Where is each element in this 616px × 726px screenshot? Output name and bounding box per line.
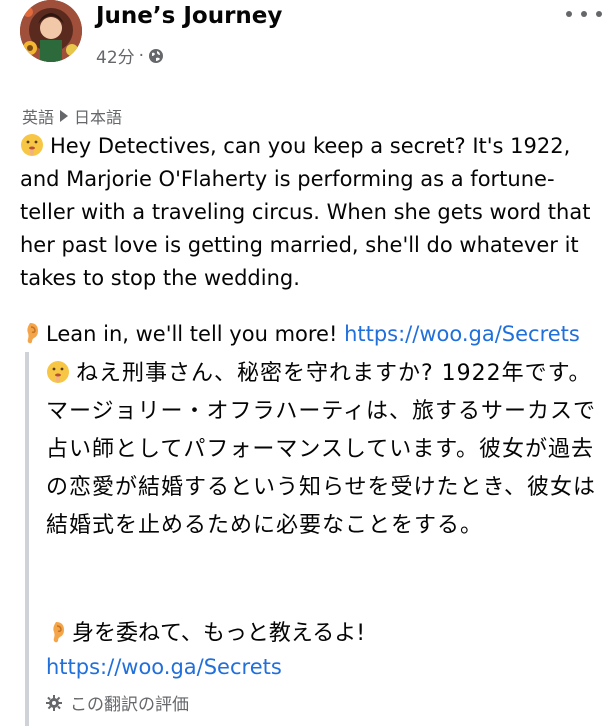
secrets-link-jp[interactable]: https://woo.ga/Secrets — [46, 652, 282, 682]
translation-info: 英語 日本語 — [22, 104, 122, 128]
shushing-face-emoji — [47, 361, 69, 383]
ear-emoji — [27, 323, 38, 344]
meta-separator: · — [138, 45, 145, 66]
secrets-link[interactable]: https://woo.ga/Secrets — [344, 322, 580, 346]
translation-quote-bar — [25, 352, 29, 726]
lean-in-text-jp: 身を委ねて、もっと教えるよ! — [72, 621, 366, 646]
more-options-icon[interactable] — [566, 4, 602, 24]
post-author[interactable]: June’s Journey — [96, 3, 282, 29]
lean-in-text: Lean in, we'll tell you more! — [46, 322, 345, 346]
rate-translation[interactable]: この翻訳の評価 — [46, 690, 189, 715]
post-body-jp: ねえ刑事さん、秘密を守れますか? 1922年です。マージョリー・オフラハーティは… — [46, 361, 597, 538]
avatar-image — [20, 0, 82, 62]
avatar[interactable] — [20, 0, 82, 62]
arrow-right-icon — [60, 110, 69, 122]
target-language: 日本語 — [74, 108, 123, 127]
post-meta: 42分 · — [96, 43, 164, 68]
ear-emoji — [53, 622, 64, 643]
rate-translation-label: この翻訳の評価 — [70, 695, 189, 715]
post-text-original: Hey Detectives, can you keep a secret? I… — [20, 130, 600, 295]
post-body-en: Hey Detectives, can you keep a secret? I… — [20, 134, 591, 290]
shushing-face-emoji — [21, 134, 43, 156]
post-time[interactable]: 42分 — [96, 43, 135, 68]
gear-icon — [46, 694, 62, 711]
source-language: 英語 — [22, 108, 55, 127]
lean-in-line: Lean in, we'll tell you more! https://wo… — [20, 318, 610, 351]
globe-icon — [149, 48, 164, 63]
post-text-translated: ねえ刑事さん、秘密を守れますか? 1922年です。マージョリー・オフラハーティは… — [46, 355, 612, 545]
lean-in-line-jp: 身を委ねて、もっと教えるよ! — [46, 617, 606, 651]
